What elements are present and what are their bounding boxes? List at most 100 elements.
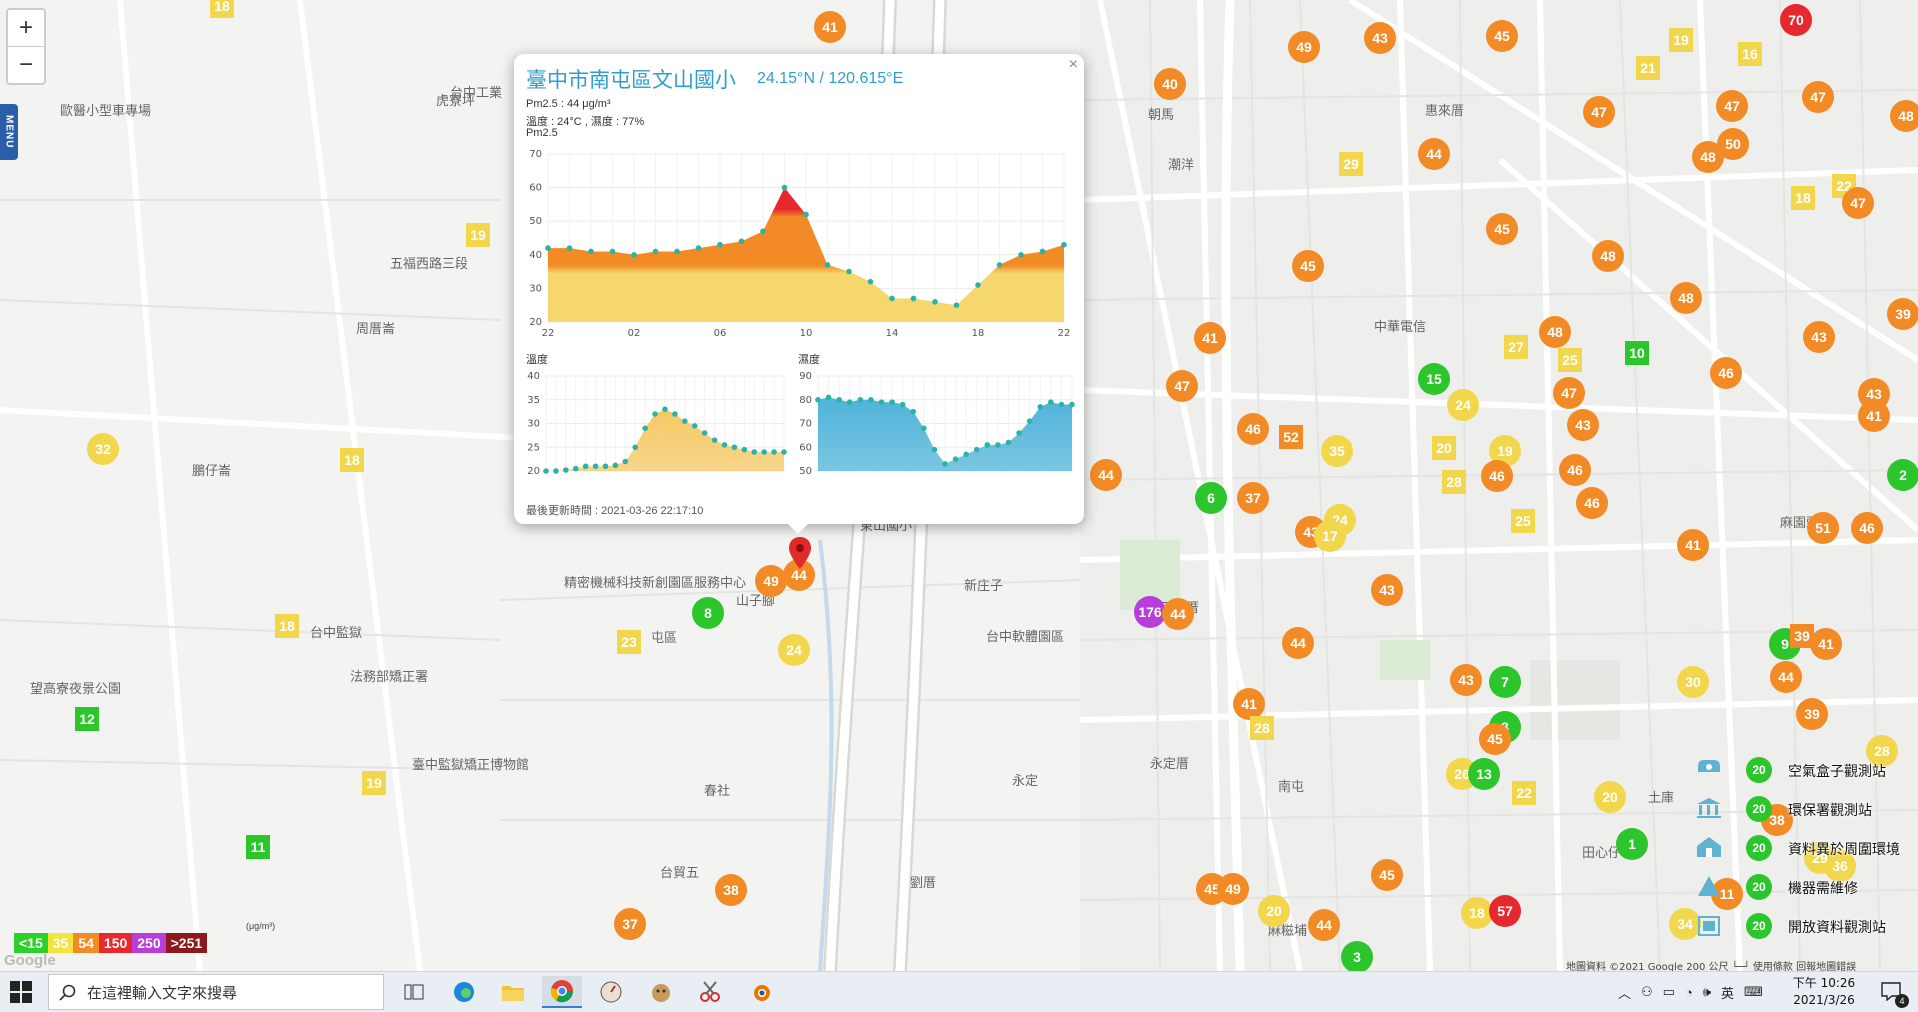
task-view-icon[interactable] [394, 976, 434, 1008]
chevron-up-icon[interactable]: ︿ [1618, 983, 1631, 1002]
sensor-marker[interactable]: 44 [1282, 627, 1314, 659]
sensor-marker[interactable]: 48 [1670, 282, 1702, 314]
sensor-marker[interactable]: 41 [814, 11, 846, 43]
sensor-marker[interactable]: 29 [1339, 152, 1363, 176]
sensor-marker[interactable]: 48 [1890, 100, 1918, 132]
sensor-marker[interactable]: 47 [1802, 81, 1834, 113]
sensor-marker[interactable]: 44 [1090, 459, 1122, 491]
sensor-marker[interactable]: 25 [1511, 509, 1535, 533]
popup-close-button[interactable]: × [1069, 56, 1078, 74]
sensor-marker[interactable]: 48 [1592, 240, 1624, 272]
sensor-marker[interactable]: 21 [1636, 56, 1660, 80]
sensor-marker[interactable]: 19 [362, 771, 386, 795]
zoom-in-button[interactable]: + [8, 10, 44, 46]
sensor-marker[interactable]: 49 [1217, 873, 1249, 905]
sensor-marker[interactable]: 43 [1567, 409, 1599, 441]
sensor-marker[interactable]: 45 [1486, 20, 1518, 52]
sensor-marker[interactable]: 38 [715, 874, 747, 906]
zoom-out-button[interactable]: − [8, 46, 44, 83]
map[interactable]: 虎寮坪 台中工業 歐醫小型車專場 周厝崙 鵬仔崙 五福西路三段 潮洋 惠來厝 麻園頭 新庄子 山子腳… [0, 0, 1918, 971]
chrome-icon[interactable] [542, 976, 582, 1008]
sensor-marker[interactable]: 37 [1237, 482, 1269, 514]
sensor-marker[interactable]: 45 [1486, 213, 1518, 245]
taskbar-search[interactable] [48, 974, 384, 1010]
sensor-marker[interactable]: 47 [1553, 377, 1585, 409]
sensor-marker[interactable]: 46 [1559, 454, 1591, 486]
sensor-marker[interactable]: 44 [1308, 909, 1340, 941]
sensor-marker[interactable]: 52 [1279, 425, 1303, 449]
sensor-marker[interactable]: 12 [75, 707, 99, 731]
sensor-marker[interactable]: 18 [1791, 186, 1815, 210]
network-icon[interactable]: ◔ [1685, 985, 1693, 1000]
sensor-marker[interactable]: 18 [275, 614, 299, 638]
blender-icon[interactable] [740, 976, 780, 1008]
sensor-marker[interactable]: 41 [1677, 529, 1709, 561]
sensor-marker[interactable]: 47 [1842, 187, 1874, 219]
sensor-marker[interactable]: 30 [1677, 666, 1709, 698]
sensor-marker[interactable]: 16 [1738, 42, 1762, 66]
clock-app-icon[interactable] [591, 976, 631, 1008]
sensor-marker[interactable]: 18 [210, 0, 234, 18]
sensor-marker[interactable]: 43 [1364, 22, 1396, 54]
sensor-marker[interactable]: 48 [1539, 316, 1571, 348]
ime-indicator[interactable]: 英 [1721, 983, 1734, 1002]
sensor-marker[interactable]: 6 [1195, 482, 1227, 514]
sensor-marker[interactable]: 47 [1716, 90, 1748, 122]
sensor-marker[interactable]: 35 [1321, 435, 1353, 467]
sensor-marker[interactable]: 47 [1166, 370, 1198, 402]
sensor-marker[interactable]: 23 [617, 630, 641, 654]
sensor-marker[interactable]: 24 [1447, 389, 1479, 421]
volume-icon[interactable]: 🕪 [1703, 984, 1711, 1000]
sensor-marker[interactable]: 13 [1468, 758, 1500, 790]
sensor-marker[interactable]: 46 [1481, 460, 1513, 492]
map-attribution[interactable]: 地圖資料 ©2021 Google 200 公尺 └─┘ 使用條款 回報地圖錯誤 [1566, 958, 1856, 971]
windows-start-icon[interactable] [10, 981, 32, 1003]
sensor-marker[interactable]: 24 [778, 634, 810, 666]
sensor-marker[interactable]: 50 [1717, 128, 1749, 160]
sensor-marker[interactable]: 27 [1504, 335, 1528, 359]
sensor-marker[interactable]: 25 [1558, 348, 1582, 372]
sensor-marker[interactable]: 41 [1194, 322, 1226, 354]
sensor-marker[interactable]: 1 [1616, 828, 1648, 860]
sensor-marker[interactable]: 41 [1858, 400, 1890, 432]
sensor-marker[interactable]: 19 [1669, 28, 1693, 52]
keyboard-icon[interactable]: ⌨ [1744, 984, 1763, 1000]
sensor-marker[interactable]: 2 [1887, 459, 1918, 491]
sensor-marker[interactable]: 46 [1237, 413, 1269, 445]
map-pin-icon[interactable] [788, 536, 812, 570]
sensor-marker[interactable]: 11 [246, 835, 270, 859]
sensor-marker[interactable]: 19 [466, 223, 490, 247]
sensor-marker[interactable]: 28 [1250, 716, 1274, 740]
sensor-marker[interactable]: 44 [1162, 598, 1194, 630]
sensor-marker[interactable]: 20 [1258, 895, 1290, 927]
sensor-marker[interactable]: 43 [1371, 574, 1403, 606]
sensor-marker[interactable]: 15 [1418, 363, 1450, 395]
sensor-marker[interactable]: 7 [1489, 666, 1521, 698]
sensor-marker[interactable]: 44 [1770, 661, 1802, 693]
battery-icon[interactable]: ▭ [1663, 984, 1675, 1000]
sensor-marker[interactable]: 47 [1583, 96, 1615, 128]
sensor-marker[interactable]: 10 [1625, 341, 1649, 365]
sensor-marker[interactable]: 22 [1512, 781, 1536, 805]
sensor-marker[interactable]: 46 [1576, 487, 1608, 519]
search-input[interactable] [85, 983, 379, 1003]
sensor-marker[interactable]: 70 [1780, 4, 1812, 36]
sensor-marker[interactable]: 45 [1292, 250, 1324, 282]
sensor-marker[interactable]: 3 [1341, 941, 1373, 971]
sensor-marker[interactable]: 43 [1450, 664, 1482, 696]
sensor-marker[interactable]: 45 [1371, 859, 1403, 891]
sensor-marker[interactable]: 46 [1851, 512, 1883, 544]
edge-icon[interactable] [444, 976, 484, 1008]
sensor-marker[interactable]: 32 [87, 433, 119, 465]
sensor-marker[interactable]: 20 [1432, 436, 1456, 460]
menu-tab[interactable]: MENU [0, 104, 18, 160]
people-icon[interactable]: ⚇ [1641, 984, 1653, 1000]
sensor-marker[interactable]: 49 [1288, 31, 1320, 63]
file-explorer-icon[interactable] [493, 976, 533, 1008]
sensor-marker[interactable]: 41 [1810, 628, 1842, 660]
taskbar-clock[interactable]: 下午 10:26 2021/3/26 [1786, 975, 1862, 1009]
sensor-marker[interactable]: 45 [1479, 723, 1511, 755]
sensor-marker[interactable]: 28 [1442, 470, 1466, 494]
sensor-marker[interactable]: 57 [1489, 895, 1521, 927]
sensor-marker[interactable]: 46 [1710, 357, 1742, 389]
